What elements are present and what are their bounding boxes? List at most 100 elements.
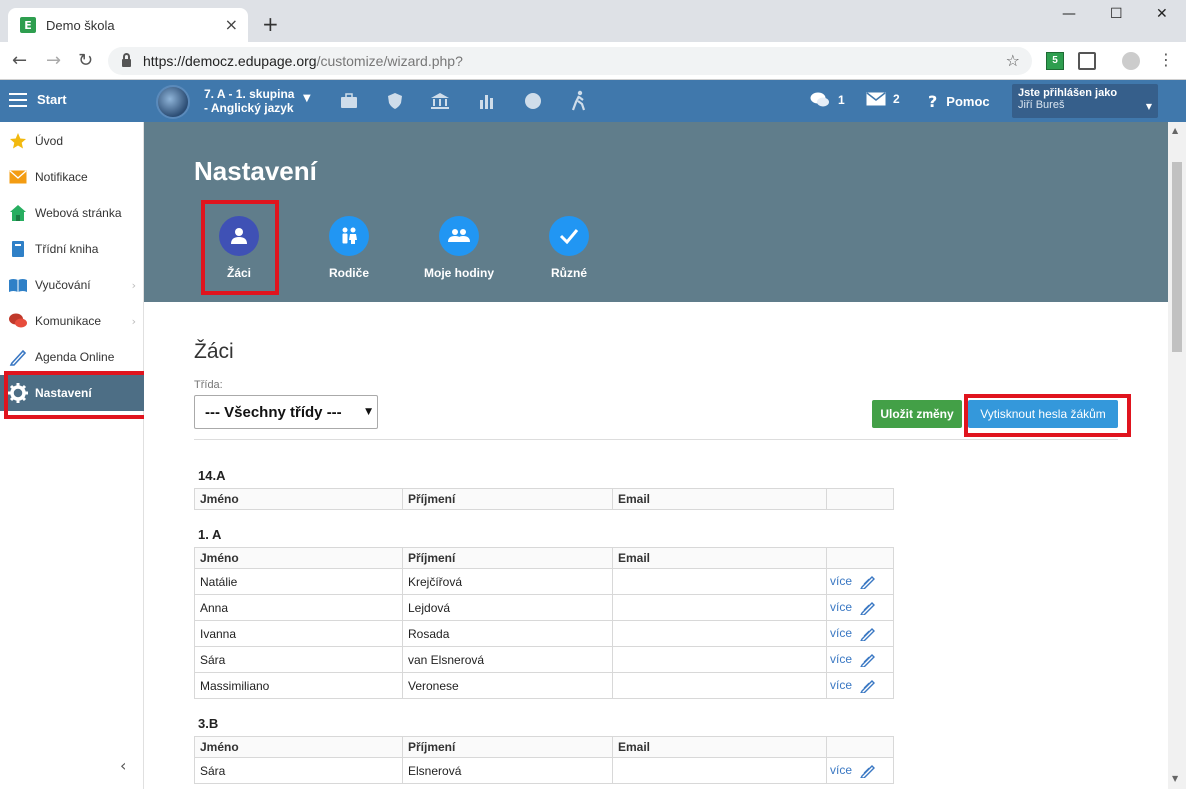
planet-icon[interactable] [524, 92, 542, 110]
browser-tab[interactable]: E Demo škola × [8, 8, 248, 42]
class-filter-value: --- Všechny třídy --- [205, 403, 342, 421]
col-header-first: Jméno [194, 547, 403, 569]
mail-button[interactable]: 2 [866, 92, 900, 106]
maximize-icon[interactable]: ☐ [1110, 6, 1123, 22]
class-filter-select[interactable]: --- Všechny třídy --- ▼ [194, 395, 378, 429]
sidebar-item-tridni-kniha[interactable]: Třídní kniha [0, 231, 144, 267]
cell-last: van Elsnerová [402, 646, 613, 673]
sidebar-item-vyucovani[interactable]: Vyučování › [0, 267, 144, 303]
sidebar-item-uvod[interactable]: Úvod [0, 123, 144, 159]
scroll-thumb[interactable] [1172, 162, 1182, 352]
more-link[interactable]: více [830, 574, 852, 588]
table-header: Jméno Příjmení Email [194, 547, 894, 569]
hiking-icon[interactable] [568, 90, 590, 112]
more-link[interactable]: více [830, 678, 852, 692]
scroll-down-icon[interactable]: ▼ [1172, 774, 1178, 783]
class-avatar[interactable] [156, 85, 190, 119]
col-header-actions [826, 547, 894, 569]
page-scrollbar[interactable]: ▲ ▼ [1168, 122, 1186, 789]
cell-actions: více [826, 757, 894, 784]
minimize-icon[interactable]: — [1062, 6, 1076, 22]
table-header: Jméno Příjmení Email [194, 488, 894, 510]
briefcase-icon[interactable] [340, 92, 358, 110]
save-changes-button[interactable]: Uložit změny [872, 400, 962, 428]
highlight-zaci [201, 200, 279, 295]
back-icon[interactable]: ← [12, 50, 27, 71]
table-row: Natálie Krejčířová více [194, 568, 894, 595]
cell-last: Veronese [402, 672, 613, 699]
more-link[interactable]: více [830, 652, 852, 666]
url-host: https://democz.edupage.org [143, 53, 317, 69]
extension-badge: 5 [1052, 55, 1058, 66]
reload-icon[interactable]: ↻ [78, 50, 93, 71]
col-header-last: Příjmení [402, 488, 613, 510]
help-button[interactable]: ? Pomoc [928, 92, 990, 111]
user-menu[interactable]: Jste přihlášen jako Jiří Bureš ▼ [1012, 84, 1158, 118]
cell-last: Elsnerová [402, 757, 613, 784]
table-row: Ivanna Rosada více [194, 620, 894, 647]
divider [194, 439, 1118, 440]
students-table: Jméno Příjmení Email Natálie Krejčířová … [194, 547, 894, 699]
url-path: /customize/wizard.php? [316, 53, 463, 69]
scroll-up-icon[interactable]: ▲ [1172, 126, 1178, 135]
cell-first: Natálie [194, 568, 403, 595]
wizard-step-moje-hodiny[interactable]: Moje hodiny [414, 216, 504, 280]
hamburger-icon [9, 92, 27, 107]
collapse-sidebar-icon[interactable]: ‹ [120, 756, 126, 775]
students-table: Jméno Příjmení Email [194, 488, 894, 510]
more-link[interactable]: více [830, 626, 852, 640]
address-bar[interactable]: https://democz.edupage.org/customize/wiz… [108, 47, 1032, 75]
tab-close-icon[interactable]: × [225, 15, 238, 34]
wizard-step-ruzne[interactable]: Různé [524, 216, 614, 280]
browser-menu-icon[interactable]: ⋮ [1158, 50, 1174, 69]
cell-first: Sára [194, 757, 403, 784]
pen-icon [8, 348, 28, 366]
edit-pencil-icon[interactable] [860, 627, 876, 641]
settings-header: Nastavení Žáci Rodiče Moje hodiny Různé [144, 122, 1168, 302]
edit-pencil-icon[interactable] [860, 653, 876, 667]
cast-icon[interactable] [1078, 52, 1096, 70]
window-close-icon[interactable]: ✕ [1156, 6, 1168, 22]
edit-pencil-icon[interactable] [860, 575, 876, 589]
col-header-email: Email [612, 488, 827, 510]
new-tab-icon[interactable]: + [262, 12, 279, 36]
profile-avatar-icon[interactable] [1122, 52, 1140, 70]
cell-last: Lejdová [402, 594, 613, 621]
bookmark-star-icon[interactable]: ☆ [1006, 51, 1020, 70]
edit-pencil-icon[interactable] [860, 764, 876, 778]
wizard-step-rodice[interactable]: Rodiče [304, 216, 394, 280]
bank-icon[interactable] [430, 92, 450, 110]
sidebar-item-webova-stranka[interactable]: Webová stránka [0, 195, 144, 231]
forward-icon[interactable]: → [46, 50, 61, 71]
class-selector[interactable]: 7. A - 1. skupina - Anglický jazyk [204, 87, 294, 115]
group-title: 3.B [198, 716, 219, 731]
table-row: Sára Elsnerová více [194, 757, 894, 784]
table-row: Sára van Elsnerová více [194, 646, 894, 673]
browser-toolbar: ← → ↻ https://democz.edupage.org/customi… [0, 42, 1186, 80]
edit-pencil-icon[interactable] [860, 679, 876, 693]
chevron-down-icon[interactable]: ▼ [303, 93, 311, 104]
sidebar-item-agenda-online[interactable]: Agenda Online [0, 339, 144, 375]
start-menu-button[interactable]: Start [9, 92, 67, 107]
cell-actions: více [826, 646, 894, 673]
more-link[interactable]: více [830, 763, 852, 777]
sidebar-item-notifikace[interactable]: Notifikace [0, 159, 144, 195]
students-table: Jméno Příjmení Email Sára Elsnerová více [194, 736, 894, 784]
open-book-icon [8, 276, 28, 294]
extension-edupage-icon[interactable]: 5 [1046, 52, 1064, 70]
col-header-last: Příjmení [402, 547, 613, 569]
table-header: Jméno Příjmení Email [194, 736, 894, 758]
shield-icon[interactable] [386, 92, 404, 110]
edit-pencil-icon[interactable] [860, 601, 876, 615]
class-line2: - Anglický jazyk [204, 101, 294, 115]
user-name: Jiří Bureš [1018, 99, 1065, 111]
sidebar-item-komunikace[interactable]: Komunikace › [0, 303, 144, 339]
col-header-last: Příjmení [402, 736, 613, 758]
chat-button[interactable]: 1 [810, 92, 845, 108]
bar-chart-icon[interactable] [478, 92, 496, 110]
col-header-first: Jméno [194, 488, 403, 510]
star-icon [8, 132, 28, 150]
app-topbar: Start 7. A - 1. skupina - Anglický jazyk… [0, 80, 1186, 122]
more-link[interactable]: více [830, 600, 852, 614]
sidebar-item-label: Úvod [35, 134, 64, 148]
